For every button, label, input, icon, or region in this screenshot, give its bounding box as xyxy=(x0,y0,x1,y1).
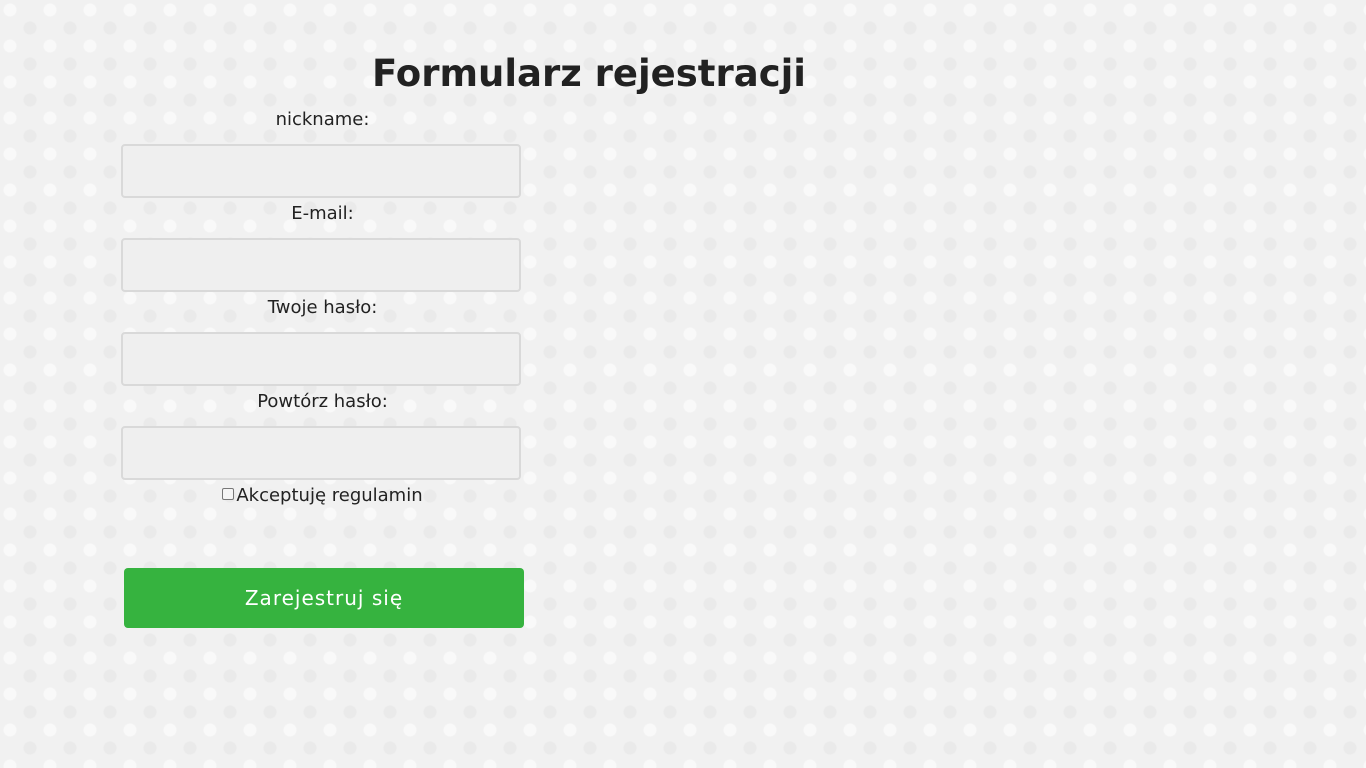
accept-terms-row[interactable]: Akceptuję regulamin xyxy=(121,484,524,508)
accept-terms-label[interactable]: Akceptuję regulamin xyxy=(236,485,422,506)
checkbox-icon[interactable] xyxy=(222,488,235,500)
nickname-label: nickname: xyxy=(275,109,370,130)
email-input[interactable] xyxy=(121,238,521,292)
repeat-password-label: Powtórz hasło: xyxy=(257,391,388,412)
nickname-input[interactable] xyxy=(121,144,521,198)
email-label: E-mail: xyxy=(291,203,354,224)
repeat-password-input[interactable] xyxy=(121,426,521,480)
password-label: Twoje hasło: xyxy=(267,297,378,318)
password-input[interactable] xyxy=(121,332,521,386)
submit-button[interactable]: Zarejestruj się xyxy=(124,568,524,628)
page-title: Formularz rejestracji xyxy=(372,52,806,95)
registration-form: nickname: E-mail: Twoje hasło: Powtórz h… xyxy=(121,104,524,480)
